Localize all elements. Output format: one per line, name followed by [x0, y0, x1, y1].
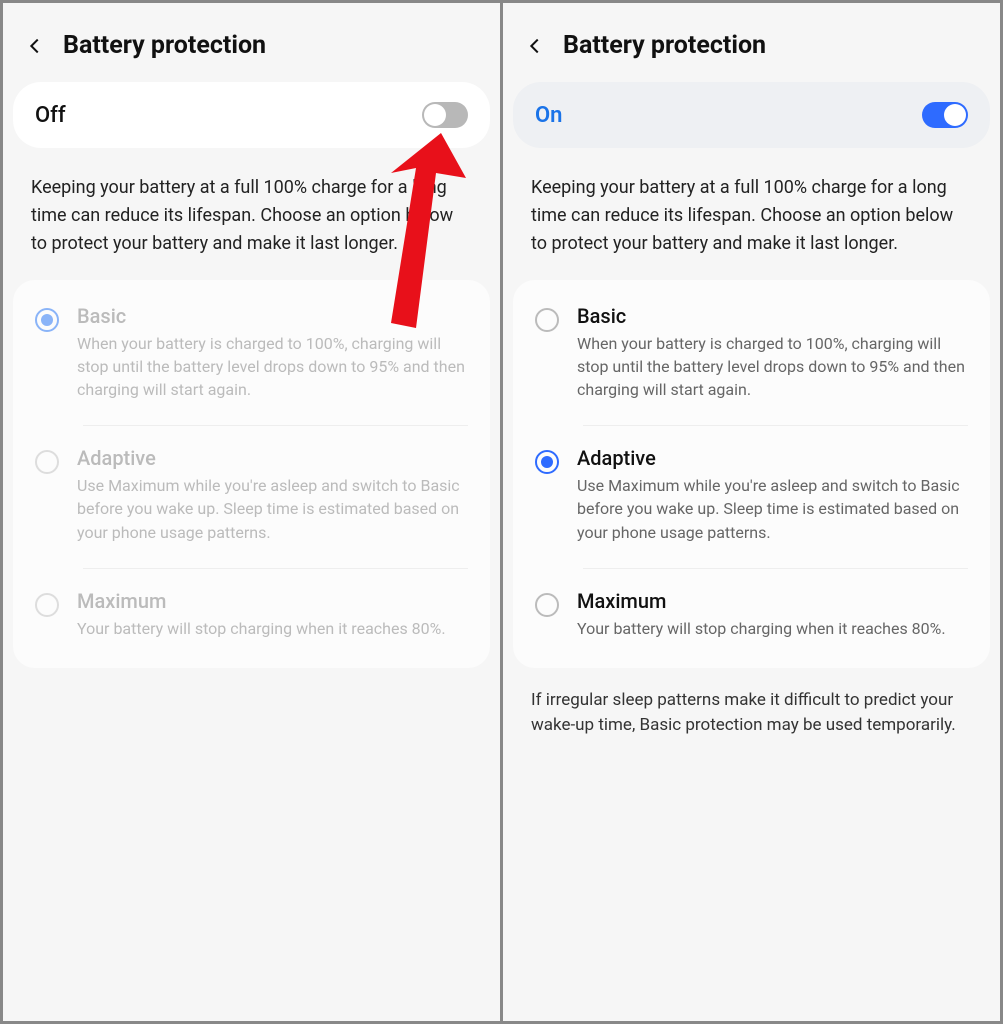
- description-text: Keeping your battery at a full 100% char…: [503, 148, 1000, 280]
- header: Battery protection: [3, 3, 500, 82]
- option-title: Maximum: [77, 589, 468, 613]
- toggle-knob: [424, 104, 446, 126]
- page-title: Battery protection: [563, 31, 766, 60]
- option-desc: Your battery will stop charging when it …: [77, 617, 468, 640]
- option-maximum[interactable]: Maximum Your battery will stop charging …: [13, 569, 490, 664]
- option-desc: Use Maximum while you're asleep and swit…: [77, 474, 468, 544]
- radio-icon: [35, 450, 59, 474]
- radio-icon: [535, 450, 559, 474]
- footnote-text: If irregular sleep patterns make it diff…: [503, 668, 1000, 759]
- toggle-label: On: [535, 103, 562, 128]
- chevron-left-icon: [524, 35, 546, 57]
- option-basic[interactable]: Basic When your battery is charged to 10…: [13, 284, 490, 426]
- option-desc: When your battery is charged to 100%, ch…: [577, 332, 968, 402]
- back-button[interactable]: [523, 34, 547, 58]
- chevron-left-icon: [24, 35, 46, 57]
- master-toggle-row[interactable]: Off: [13, 82, 490, 148]
- radio-icon: [35, 308, 59, 332]
- option-adaptive[interactable]: Adaptive Use Maximum while you're asleep…: [13, 426, 490, 568]
- radio-icon: [535, 308, 559, 332]
- option-desc: Your battery will stop charging when it …: [577, 617, 968, 640]
- option-adaptive[interactable]: Adaptive Use Maximum while you're asleep…: [513, 426, 990, 568]
- screen-on-state: Battery protection On Keeping your batte…: [503, 3, 1000, 1021]
- toggle-knob: [944, 104, 966, 126]
- option-desc: When your battery is charged to 100%, ch…: [77, 332, 468, 402]
- option-title: Adaptive: [77, 446, 468, 470]
- radio-icon: [35, 593, 59, 617]
- option-title: Adaptive: [577, 446, 968, 470]
- option-title: Basic: [77, 304, 468, 328]
- option-desc: Use Maximum while you're asleep and swit…: [577, 474, 968, 544]
- description-text: Keeping your battery at a full 100% char…: [3, 148, 500, 280]
- toggle-switch[interactable]: [422, 102, 468, 128]
- option-title: Basic: [577, 304, 968, 328]
- back-button[interactable]: [23, 34, 47, 58]
- options-list: Basic When your battery is charged to 10…: [513, 280, 990, 668]
- option-basic[interactable]: Basic When your battery is charged to 10…: [513, 284, 990, 426]
- screen-off-state: Battery protection Off Keeping your batt…: [3, 3, 500, 1021]
- options-list: Basic When your battery is charged to 10…: [13, 280, 490, 668]
- header: Battery protection: [503, 3, 1000, 82]
- toggle-switch[interactable]: [922, 102, 968, 128]
- page-title: Battery protection: [63, 31, 266, 60]
- option-maximum[interactable]: Maximum Your battery will stop charging …: [513, 569, 990, 664]
- option-title: Maximum: [577, 589, 968, 613]
- radio-icon: [535, 593, 559, 617]
- master-toggle-row[interactable]: On: [513, 82, 990, 148]
- toggle-label: Off: [35, 103, 66, 128]
